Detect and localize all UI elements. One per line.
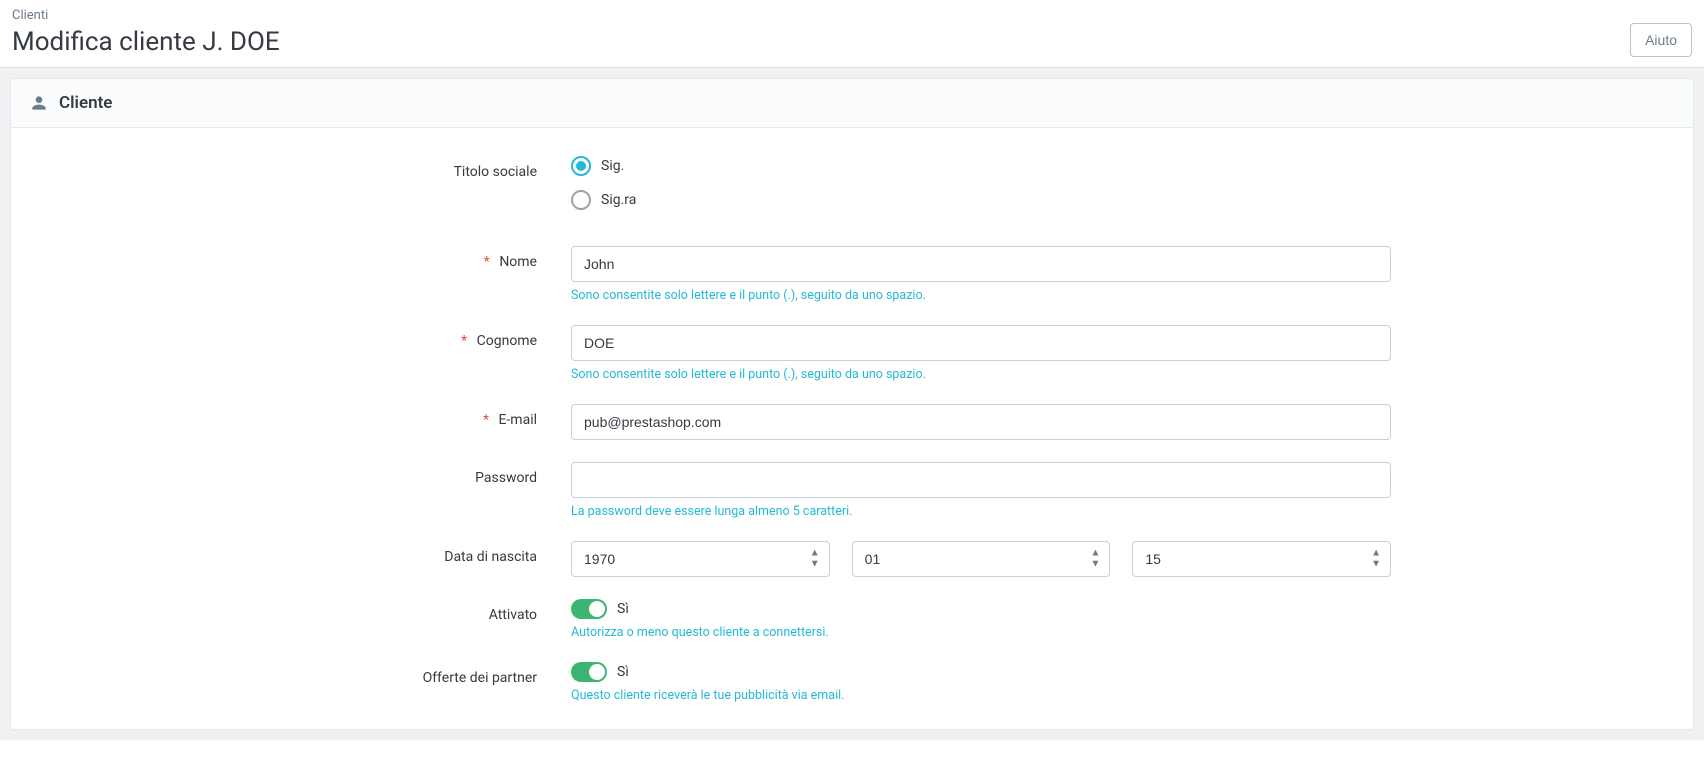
partner-offers-toggle-row: Sì (571, 662, 1391, 682)
person-icon (29, 93, 49, 113)
dob-day-select[interactable]: 15 (1132, 541, 1391, 577)
label-enabled: Attivato (31, 599, 571, 623)
label-partner-offers: Offerte dei partner (31, 662, 571, 686)
row-enabled: Attivato Sì Autorizza o meno questo clie… (31, 599, 1673, 640)
enabled-toggle[interactable] (571, 599, 607, 619)
help-password: La password deve essere lunga almeno 5 c… (571, 504, 1391, 519)
label-last-name: * Cognome (31, 325, 571, 349)
email-input[interactable] (571, 404, 1391, 440)
label-email: * E-mail (31, 404, 571, 428)
panel-title: Cliente (59, 93, 112, 113)
page-header: Clienti Modifica cliente J. DOE Aiuto (0, 0, 1704, 68)
row-partner-offers: Offerte dei partner Sì Questo cliente ri… (31, 662, 1673, 703)
radio-label-sig: Sig. (601, 158, 624, 174)
row-first-name: * Nome Sono consentite solo lettere e il… (31, 246, 1673, 303)
row-dob: Data di nascita 1970 ▲▼ 01 (31, 541, 1673, 577)
partner-offers-toggle-label: Sì (617, 664, 629, 680)
label-email-text: E-mail (498, 412, 537, 428)
dob-day-wrap: 15 ▲▼ (1132, 541, 1391, 577)
password-input[interactable] (571, 462, 1391, 498)
enabled-toggle-row: Sì (571, 599, 1391, 619)
first-name-input[interactable] (571, 246, 1391, 282)
field-last-name: Sono consentite solo lettere e il punto … (571, 325, 1391, 382)
dob-month-wrap: 01 ▲▼ (852, 541, 1111, 577)
enabled-toggle-label: Sì (617, 601, 629, 617)
dob-selects: 1970 ▲▼ 01 ▲▼ 15 (571, 541, 1391, 577)
required-icon: * (483, 412, 489, 428)
row-password: Password La password deve essere lunga a… (31, 462, 1673, 519)
partner-offers-toggle[interactable] (571, 662, 607, 682)
last-name-input[interactable] (571, 325, 1391, 361)
dob-month-select[interactable]: 01 (852, 541, 1111, 577)
help-last-name: Sono consentite solo lettere e il punto … (571, 367, 1391, 382)
panel-header: Cliente (11, 79, 1693, 128)
radio-circle-icon (571, 190, 591, 210)
dob-year-select[interactable]: 1970 (571, 541, 830, 577)
row-social-title: Titolo sociale Sig. Sig.ra (31, 156, 1673, 224)
breadcrumb[interactable]: Clienti (12, 8, 280, 23)
label-dob: Data di nascita (31, 541, 571, 565)
label-password: Password (31, 462, 571, 486)
label-last-name-text: Cognome (477, 333, 537, 349)
field-enabled: Sì Autorizza o meno questo cliente a con… (571, 599, 1391, 640)
help-button[interactable]: Aiuto (1630, 23, 1692, 57)
field-first-name: Sono consentite solo lettere e il punto … (571, 246, 1391, 303)
page-header-left: Clienti Modifica cliente J. DOE (12, 8, 280, 57)
label-social-title: Titolo sociale (31, 156, 571, 180)
help-first-name: Sono consentite solo lettere e il punto … (571, 288, 1391, 303)
field-password: La password deve essere lunga almeno 5 c… (571, 462, 1391, 519)
content-area: Cliente Titolo sociale Sig. Sig.ra (0, 68, 1704, 740)
field-dob: 1970 ▲▼ 01 ▲▼ 15 (571, 541, 1391, 577)
radio-sigra[interactable]: Sig.ra (571, 190, 1391, 210)
radio-circle-icon (571, 156, 591, 176)
label-first-name: * Nome (31, 246, 571, 270)
required-icon: * (484, 254, 490, 270)
field-partner-offers: Sì Questo cliente riceverà le tue pubbli… (571, 662, 1391, 703)
help-enabled: Autorizza o meno questo cliente a connet… (571, 625, 1391, 640)
field-social-title: Sig. Sig.ra (571, 156, 1391, 224)
required-icon: * (461, 333, 467, 349)
page-title: Modifica cliente J. DOE (12, 27, 280, 57)
row-last-name: * Cognome Sono consentite solo lettere e… (31, 325, 1673, 382)
field-email (571, 404, 1391, 440)
radio-label-sigra: Sig.ra (601, 192, 636, 208)
help-partner-offers: Questo cliente riceverà le tue pubblicit… (571, 688, 1391, 703)
dob-year-wrap: 1970 ▲▼ (571, 541, 830, 577)
label-first-name-text: Nome (499, 254, 537, 270)
panel-body: Titolo sociale Sig. Sig.ra * Nome (11, 128, 1693, 729)
radio-sig[interactable]: Sig. (571, 156, 1391, 176)
row-email: * E-mail (31, 404, 1673, 440)
customer-panel: Cliente Titolo sociale Sig. Sig.ra (10, 78, 1694, 730)
